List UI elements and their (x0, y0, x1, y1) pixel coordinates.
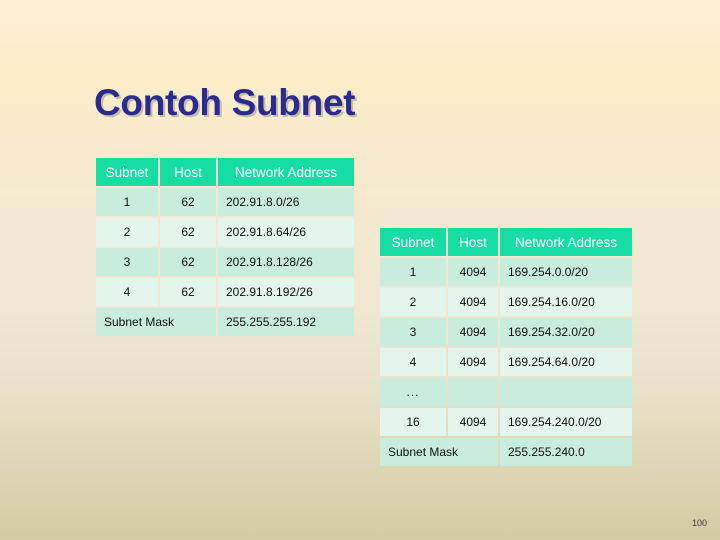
table-row-subnet-mask: Subnet Mask 255.255.255.192 (96, 308, 354, 336)
cell-network: 202.91.8.64/26 (218, 218, 354, 246)
cell-subnet: 1 (96, 188, 158, 216)
table-row: 3 62 202.91.8.128/26 (96, 248, 354, 276)
table-row: 16 4094 169.254.240.0/20 (380, 408, 632, 436)
cell-network: 169.254.240.0/20 (500, 408, 632, 436)
cell-network: 202.91.8.128/26 (218, 248, 354, 276)
column-header-network: Network Address (500, 228, 632, 256)
cell-network: 202.91.8.192/26 (218, 278, 354, 306)
cell-network (500, 378, 632, 406)
cell-host: 62 (160, 248, 216, 276)
table-row: 3 4094 169.254.32.0/20 (380, 318, 632, 346)
cell-host: 4094 (448, 318, 498, 346)
column-header-host: Host (160, 158, 216, 186)
cell-subnet-mask-label: Subnet Mask (96, 308, 216, 336)
cell-host: 62 (160, 218, 216, 246)
cell-host: 4094 (448, 288, 498, 316)
table-row: 4 62 202.91.8.192/26 (96, 278, 354, 306)
cell-network: 169.254.16.0/20 (500, 288, 632, 316)
table-row: 1 4094 169.254.0.0/20 (380, 258, 632, 286)
cell-subnet: 2 (380, 288, 446, 316)
cell-network: 169.254.64.0/20 (500, 348, 632, 376)
table-row: 1 62 202.91.8.0/26 (96, 188, 354, 216)
cell-subnet-mask-value: 255.255.255.192 (218, 308, 354, 336)
cell-host (448, 378, 498, 406)
cell-subnet: 1 (380, 258, 446, 286)
cell-subnet: 4 (96, 278, 158, 306)
table-header-row: Subnet Host Network Address (96, 158, 354, 186)
cell-host: 4094 (448, 348, 498, 376)
cell-host: 62 (160, 188, 216, 216)
cell-subnet-mask-label: Subnet Mask (380, 438, 498, 466)
table-row-ellipsis: ... (380, 378, 632, 406)
table-row: 4 4094 169.254.64.0/20 (380, 348, 632, 376)
cell-subnet-mask-value: 255.255.240.0 (500, 438, 632, 466)
cell-host: 62 (160, 278, 216, 306)
cell-network: 169.254.32.0/20 (500, 318, 632, 346)
page-title: Contoh Subnet (94, 82, 356, 123)
page-number: 100 (691, 518, 707, 528)
column-header-subnet: Subnet (380, 228, 446, 256)
table-row: 2 62 202.91.8.64/26 (96, 218, 354, 246)
column-header-host: Host (448, 228, 498, 256)
cell-subnet: ... (380, 378, 446, 406)
subnet-table-1: Subnet Host Network Address 1 62 202.91.… (94, 156, 356, 338)
slide-canvas: Contoh Subnet Subnet Host Network Addres… (0, 0, 720, 540)
cell-subnet: 3 (380, 318, 446, 346)
table-header-row: Subnet Host Network Address (380, 228, 632, 256)
cell-subnet: 16 (380, 408, 446, 436)
subnet-table-2: Subnet Host Network Address 1 4094 169.2… (378, 226, 634, 468)
cell-subnet: 4 (380, 348, 446, 376)
cell-host: 4094 (448, 258, 498, 286)
cell-subnet: 2 (96, 218, 158, 246)
column-header-subnet: Subnet (96, 158, 158, 186)
column-header-network: Network Address (218, 158, 354, 186)
cell-host: 4094 (448, 408, 498, 436)
table-row: 2 4094 169.254.16.0/20 (380, 288, 632, 316)
cell-subnet: 3 (96, 248, 158, 276)
table-row-subnet-mask: Subnet Mask 255.255.240.0 (380, 438, 632, 466)
cell-network: 202.91.8.0/26 (218, 188, 354, 216)
cell-network: 169.254.0.0/20 (500, 258, 632, 286)
